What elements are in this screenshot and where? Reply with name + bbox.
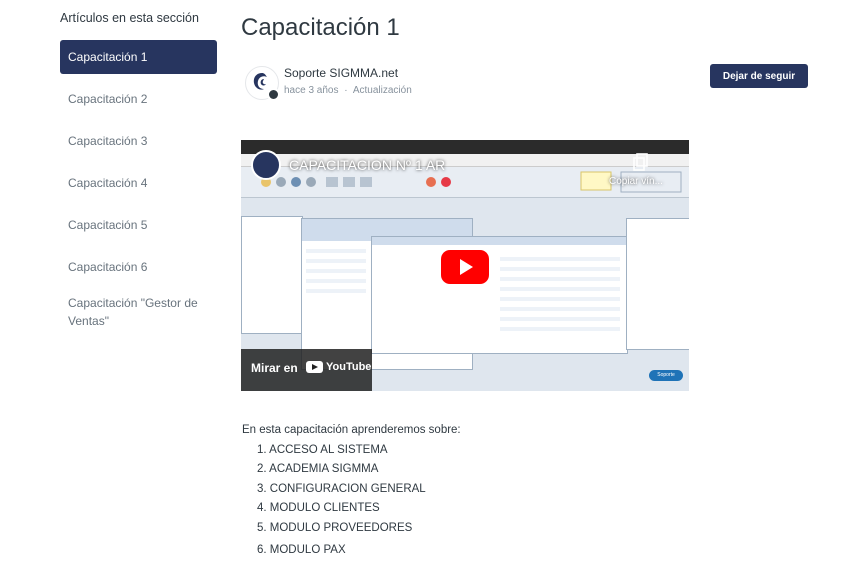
- sidebar: Artículos en esta sección Capacitación 1…: [60, 10, 220, 338]
- author-block: Soporte SIGMMA.net hace 3 años · Actuali…: [245, 64, 808, 104]
- video-support-badge: Soporte: [649, 370, 683, 381]
- sidebar-item-gestor-de-ventas[interactable]: Capacitación "Gestor de Ventas": [60, 292, 217, 330]
- video-config-row: [306, 249, 366, 253]
- video-config-row: [306, 259, 366, 263]
- video-title[interactable]: CAPACITACION Nº 1 AR: [289, 157, 445, 173]
- meta-separator: ·: [344, 85, 348, 96]
- sidebar-item-capacitacion-4[interactable]: Capacitación 4: [60, 166, 217, 200]
- list-item: 2. ACADEMIA SIGMMA: [257, 463, 379, 476]
- copy-link-icon[interactable]: [632, 152, 652, 172]
- sidebar-item-capacitacion-3[interactable]: Capacitación 3: [60, 124, 217, 158]
- video-data-row: [500, 257, 620, 261]
- video-config-row: [306, 269, 366, 273]
- list-item: 5. MODULO PROVEEDORES: [257, 521, 413, 534]
- video-embed[interactable]: CAPACITACION Nº 1 AR Copiar vín... Mirar…: [241, 140, 689, 391]
- post-status: Actualización: [352, 85, 412, 96]
- play-button[interactable]: [441, 250, 489, 284]
- youtube-label: YouTube: [326, 361, 372, 373]
- video-data-row: [500, 277, 620, 281]
- intro-text: En esta capacitación aprenderemos sobre:: [242, 423, 461, 436]
- copy-link-label[interactable]: Copiar vín...: [609, 176, 663, 187]
- video-data-row: [500, 317, 620, 321]
- list-item: 4. MODULO CLIENTES: [257, 502, 380, 515]
- sidebar-title: Artículos en esta sección: [60, 11, 199, 25]
- sidebar-item-capacitacion-5[interactable]: Capacitación 5: [60, 208, 217, 242]
- video-data-row: [500, 327, 620, 331]
- video-data-header: [372, 237, 627, 245]
- video-config-row: [306, 279, 366, 283]
- video-data-row: [500, 287, 620, 291]
- video-data-panel: [371, 236, 628, 354]
- sidebar-item-capacitacion-2[interactable]: Capacitación 2: [60, 82, 217, 116]
- author-meta: hace 3 años · Actualización: [284, 85, 415, 96]
- youtube-icon: [306, 361, 323, 373]
- watch-on-label: Mirar en: [251, 361, 298, 375]
- post-time: hace 3 años: [284, 85, 339, 96]
- video-data-row: [500, 297, 620, 301]
- video-data-row: [500, 267, 620, 271]
- video-config-row: [306, 289, 366, 293]
- channel-logo-icon[interactable]: [251, 150, 281, 180]
- page-title: Capacitación 1: [241, 14, 400, 41]
- list-item: 3. CONFIGURACION GENERAL: [257, 482, 426, 495]
- topic-list: 1. ACCESO AL SISTEMA 2. ACADEMIA SIGMMA …: [257, 441, 426, 560]
- video-data-row: [500, 307, 620, 311]
- user-badge-icon: [267, 88, 280, 101]
- sidebar-item-capacitacion-1[interactable]: Capacitación 1: [60, 40, 217, 74]
- avatar[interactable]: [245, 66, 280, 101]
- list-item: 1. ACCESO AL SISTEMA: [257, 444, 388, 456]
- sidebar-item-capacitacion-6[interactable]: Capacitación 6: [60, 250, 217, 284]
- unfollow-button[interactable]: Dejar de seguir: [710, 64, 808, 88]
- author-name[interactable]: Soporte SIGMMA.net: [284, 66, 398, 80]
- watch-on-youtube-button[interactable]: Mirar en YouTube: [241, 349, 372, 391]
- video-right-panel: [626, 218, 689, 350]
- video-left-panel: [241, 216, 303, 334]
- video-browser-tabs: [241, 140, 689, 154]
- list-item: 6. MODULO PAX: [257, 543, 346, 556]
